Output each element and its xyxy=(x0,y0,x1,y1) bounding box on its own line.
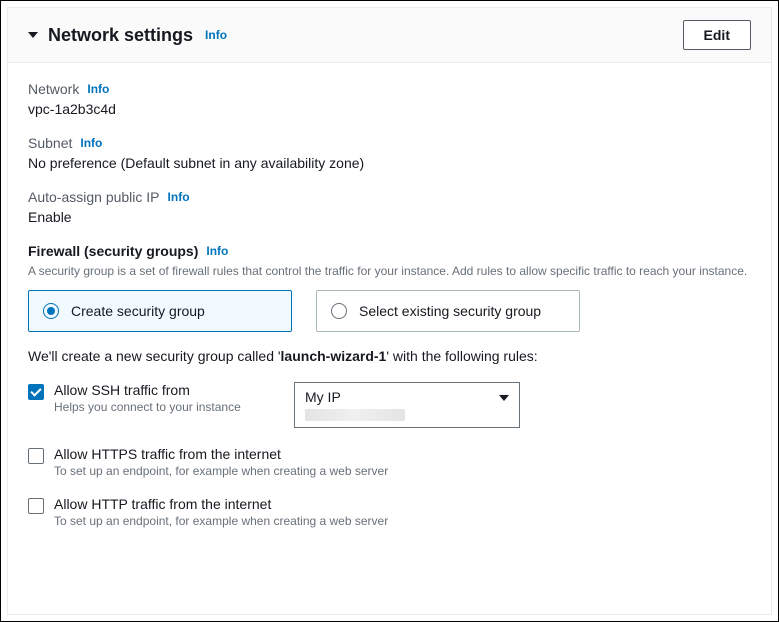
autoip-value: Enable xyxy=(28,209,751,225)
panel-header: Network settings Info Edit xyxy=(8,8,771,63)
autoip-label: Auto-assign public IP xyxy=(28,189,160,205)
radio-dot-icon xyxy=(331,303,347,319)
firewall-desc: A security group is a set of firewall ru… xyxy=(28,263,751,280)
checkbox-allow-https[interactable] xyxy=(28,448,44,464)
subnet-value: No preference (Default subnet in any ava… xyxy=(28,155,751,171)
radio-create-label: Create security group xyxy=(71,303,205,319)
checkbox-allow-http[interactable] xyxy=(28,498,44,514)
ssh-label: Allow SSH traffic from xyxy=(54,382,284,398)
network-field: Network Info vpc-1a2b3c4d xyxy=(28,81,751,117)
panel-title: Network settings xyxy=(48,25,193,46)
subnet-field: Subnet Info No preference (Default subne… xyxy=(28,135,751,171)
create-sg-message: We'll create a new security group called… xyxy=(28,348,751,364)
network-info-link[interactable]: Info xyxy=(87,82,109,96)
ssh-ip-placeholder xyxy=(305,409,405,421)
subnet-info-link[interactable]: Info xyxy=(80,136,102,150)
http-label: Allow HTTP traffic from the internet xyxy=(54,496,751,512)
radio-select-label: Select existing security group xyxy=(359,303,541,319)
ssh-source-select[interactable]: My IP xyxy=(294,382,520,428)
firewall-info-link[interactable]: Info xyxy=(206,244,228,258)
firewall-field: Firewall (security groups) Info A securi… xyxy=(28,243,751,280)
ssh-sub: Helps you connect to your instance xyxy=(54,400,284,414)
chevron-down-icon xyxy=(499,395,509,401)
checkbox-allow-ssh[interactable] xyxy=(28,384,44,400)
radio-dot-icon xyxy=(43,303,59,319)
firewall-label: Firewall (security groups) xyxy=(28,243,198,259)
ssh-select-value: My IP xyxy=(305,389,509,405)
radio-select-existing-security-group[interactable]: Select existing security group xyxy=(316,290,580,332)
collapse-caret-icon[interactable] xyxy=(28,32,38,38)
autoip-info-link[interactable]: Info xyxy=(168,190,190,204)
network-value: vpc-1a2b3c4d xyxy=(28,101,751,117)
header-info-link[interactable]: Info xyxy=(205,28,227,42)
https-label: Allow HTTPS traffic from the internet xyxy=(54,446,751,462)
autoip-field: Auto-assign public IP Info Enable xyxy=(28,189,751,225)
https-sub: To set up an endpoint, for example when … xyxy=(54,464,751,478)
http-sub: To set up an endpoint, for example when … xyxy=(54,514,751,528)
subnet-label: Subnet xyxy=(28,135,72,151)
network-label: Network xyxy=(28,81,79,97)
edit-button[interactable]: Edit xyxy=(683,20,751,50)
radio-create-security-group[interactable]: Create security group xyxy=(28,290,292,332)
